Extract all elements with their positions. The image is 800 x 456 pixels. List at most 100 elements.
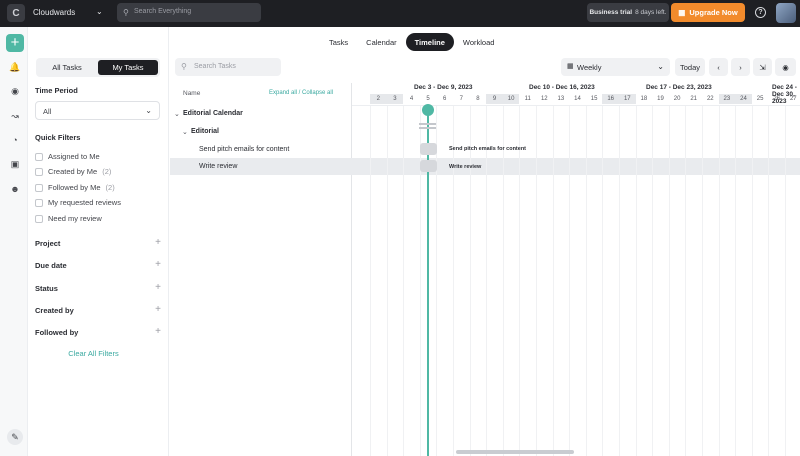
upgrade-button[interactable]: ▦ Upgrade Now (671, 3, 745, 22)
view-tabs: Tasks Calendar Timeline Workload (320, 33, 503, 51)
filter-group-due-date[interactable]: Due date + (35, 259, 161, 270)
all-tasks-tab[interactable]: All Tasks (38, 60, 96, 75)
quick-filter-count: (2) (105, 183, 115, 192)
quick-filter-need-my-review[interactable]: Need my review (35, 214, 102, 223)
day-cell: 7 (459, 96, 463, 102)
day-cell: 3 (386, 94, 404, 104)
eye-icon[interactable]: ◉ (775, 58, 796, 76)
bell-icon[interactable]: 🔔 (9, 61, 21, 73)
day-gridline (519, 105, 521, 456)
milestone-icon (419, 123, 436, 129)
quick-filter-label: Need my review (48, 214, 102, 223)
tab-calendar[interactable]: Calendar (357, 33, 405, 51)
add-icon[interactable]: + (6, 34, 24, 52)
my-tasks-tab[interactable]: My Tasks (98, 60, 158, 75)
checkbox[interactable] (35, 167, 43, 176)
day-cell: 5 (426, 96, 430, 102)
time-period-select[interactable]: All ⌄ (35, 101, 160, 120)
day-cell: 10 (502, 94, 520, 104)
timescale-select[interactable]: ▦ Weekly ⌄ (561, 58, 670, 76)
day-cell: 27 (789, 96, 797, 102)
checkbox[interactable] (35, 183, 43, 192)
tab-workload[interactable]: Workload (454, 33, 504, 51)
quick-filter-label: Assigned to Me (48, 152, 100, 161)
day-cell: 21 (690, 96, 698, 102)
timeline-grid: Name Expand all / Collapse all ⌄ Editori… (170, 83, 800, 456)
filter-group-label: Project (35, 239, 61, 248)
workspace-name[interactable]: Cloudwards (33, 8, 75, 17)
upgrade-label: Upgrade Now (689, 8, 738, 17)
day-gridline (619, 105, 620, 456)
filter-group-created-by[interactable]: Created by + (35, 304, 161, 315)
export-icon[interactable]: ⇲ (753, 58, 772, 76)
day-gridline (652, 105, 654, 456)
clear-filters-link[interactable]: Clear All Filters (28, 349, 159, 358)
expand-collapse-link[interactable]: Expand all / Collapse all (269, 90, 333, 96)
plus-icon[interactable]: + (155, 304, 161, 315)
trial-label: Business trial (589, 9, 633, 16)
today-button[interactable]: Today (675, 58, 705, 76)
day-gridline (602, 105, 604, 456)
day-cell: 8 (476, 96, 480, 102)
chevron-down-icon[interactable]: ⌄ (182, 128, 188, 136)
edit-icon[interactable]: ✎ (7, 429, 23, 445)
quick-filter-label: Followed by Me (48, 183, 101, 192)
chart-icon[interactable]: ↝ (9, 110, 21, 122)
quick-filter-followed-by-me[interactable]: Followed by Me (2) (35, 183, 115, 192)
day-cell: 24 (735, 94, 752, 104)
filter-group-label: Status (35, 284, 58, 293)
checkbox[interactable] (35, 198, 43, 207)
day-gridline (552, 105, 554, 456)
quick-filter-label: Created by Me (48, 167, 98, 176)
quick-filter-my-requested-reviews[interactable]: My requested reviews (35, 198, 121, 207)
people-icon[interactable]: ☻ (9, 183, 21, 195)
top-bar: C Cloudwards ⌄ ⚲ Search Everything Busin… (0, 0, 800, 27)
workspace-logo[interactable]: C (7, 4, 25, 22)
plus-icon[interactable]: + (155, 326, 161, 337)
tab-timeline[interactable]: Timeline (405, 33, 454, 51)
avatar[interactable] (776, 3, 796, 23)
chevron-down-icon[interactable]: ⌄ (96, 7, 103, 16)
global-search-placeholder: Search Everything (134, 8, 192, 15)
filter-group-project[interactable]: Project + (35, 237, 161, 248)
globe-icon[interactable]: ◉ (9, 85, 21, 97)
checkbox[interactable] (35, 214, 43, 223)
tab-tasks[interactable]: Tasks (320, 33, 357, 51)
checkbox[interactable] (35, 152, 43, 161)
search-tasks-placeholder: Search Tasks (194, 63, 236, 70)
plus-icon[interactable]: + (155, 282, 161, 293)
chevron-right-icon[interactable]: › (731, 58, 750, 76)
day-gridline (486, 105, 488, 456)
day-gridline (403, 105, 405, 456)
search-icon: ⚲ (181, 62, 187, 71)
global-search-input[interactable]: ⚲ Search Everything (117, 3, 261, 22)
day-cell: 4 (409, 96, 414, 102)
horizontal-scrollbar[interactable] (456, 450, 574, 454)
filter-group-followed-by[interactable]: Followed by + (35, 326, 161, 337)
day-gridline (386, 105, 388, 456)
day-gridline (685, 105, 687, 456)
chevron-left-icon[interactable]: ‹ (709, 58, 728, 76)
day-cell: 2 (370, 94, 387, 104)
filter-group-status[interactable]: Status + (35, 282, 161, 293)
help-icon[interactable]: ? (755, 7, 766, 18)
task-bar[interactable] (420, 143, 437, 155)
day-gridline (502, 105, 504, 456)
day-cell: 26 (773, 96, 781, 102)
time-period-label: Time Period (35, 86, 78, 95)
time-period-value: All (43, 107, 52, 116)
trial-badge: Business trial 8 days left. (587, 3, 669, 22)
plus-icon[interactable]: + (155, 237, 161, 248)
quick-filter-label: My requested reviews (48, 198, 121, 207)
quick-filter-assigned-to-me[interactable]: Assigned to Me (35, 152, 100, 161)
task-bar-label: Write review (449, 164, 482, 170)
plus-icon[interactable]: + (155, 259, 161, 270)
chevron-down-icon[interactable]: ⌄ (174, 110, 180, 118)
day-cell: 17 (619, 94, 636, 104)
quick-filter-created-by-me[interactable]: Created by Me (2) (35, 167, 111, 176)
search-tasks-input[interactable]: ⚲ Search Tasks (175, 58, 281, 76)
day-cell: 13 (557, 96, 565, 102)
folder-icon[interactable]: ▣ (9, 158, 21, 170)
task-bar[interactable] (420, 160, 437, 172)
pie-icon[interactable]: ◔ (9, 134, 21, 146)
